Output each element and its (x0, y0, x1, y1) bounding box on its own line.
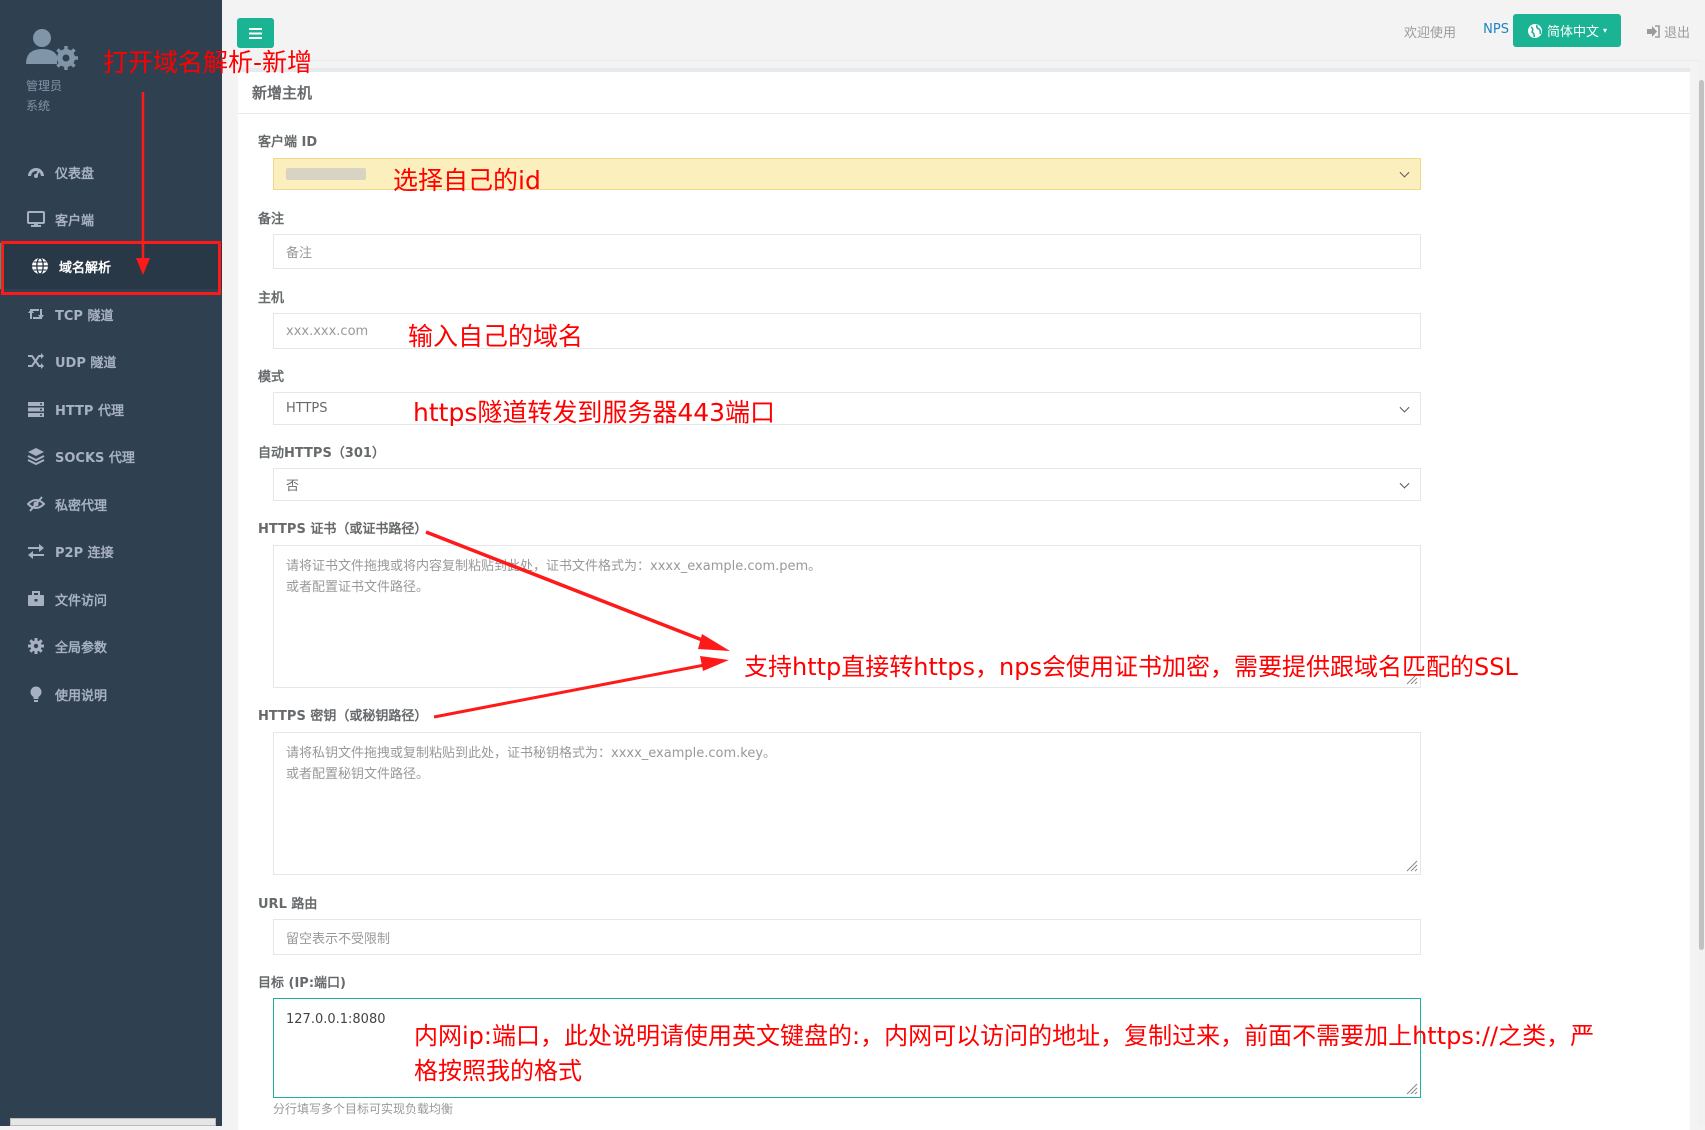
sidebar-item-label: 文件访问 (55, 593, 108, 609)
profile-system: 系统 (26, 99, 51, 113)
sidebar-item-label: UDP 隧道 (55, 355, 117, 371)
hamburger-icon (249, 27, 262, 39)
resize-handle-icon[interactable] (1406, 1083, 1418, 1095)
client-id-blurred (286, 168, 366, 180)
sidebar-item-label: 私密代理 (55, 498, 108, 514)
shuffle-icon (28, 353, 44, 369)
annotation-select-id: 选择自己的id (393, 166, 541, 195)
page-scrollbar[interactable] (1698, 60, 1705, 1126)
target-label: 目标 (IP:端口) (258, 976, 346, 991)
lightbulb-icon (30, 686, 42, 702)
welcome-text: 欢迎使用 (1403, 26, 1456, 41)
sign-out-icon (1646, 25, 1660, 38)
eye-slash-icon (27, 496, 45, 512)
annotation-domain: 输入自己的域名 (408, 322, 584, 351)
sidebar-item-http[interactable]: HTTP 代理 (0, 386, 222, 432)
remark-label: 备注 (258, 212, 285, 227)
sidebar-item-label: P2P 连接 (55, 545, 114, 561)
sidebar-item-p2p[interactable]: P2P 连接 (0, 528, 222, 574)
topbar: 欢迎使用 NPS 简体中文 ▾ 退出 (222, 0, 1698, 61)
sidebar-item-help[interactable]: 使用说明 (0, 671, 222, 717)
target-value: 127.0.0.1:8080 (286, 1012, 386, 1027)
annotation-open-domain: 打开域名解析-新增 (103, 48, 313, 77)
client-id-label: 客户端 ID (258, 135, 318, 150)
sidebar-item-clients[interactable]: 客户端 (0, 196, 222, 242)
resize-handle-icon[interactable] (1406, 860, 1418, 872)
cert-placeholder: 请将证书文件拖拽或将内容复制粘贴到此处，证书文件格式为：xxxx_example… (286, 559, 822, 595)
sidebar-item-tcp[interactable]: TCP 隧道 (0, 291, 222, 337)
profile-role: 管理员 (26, 79, 63, 93)
annotation-target-line1: 内网ip:端口，此处说明请使用英文键盘的:，内网可以访问的地址，复制过来，前面不… (414, 1022, 1595, 1050)
sidebar-item-label: 使用说明 (55, 688, 108, 704)
sidebar-item-label: SOCKS 代理 (55, 450, 135, 466)
sidebar-item-label: 全局参数 (55, 640, 108, 656)
caret-down-icon: ▾ (1603, 26, 1608, 35)
auto-https-label: 自动HTTPS（301） (258, 446, 385, 461)
layers-icon (27, 448, 45, 465)
annotation-ssl: 支持http直接转https，nps会使用证书加密，需要提供跟域名匹配的SSL (744, 653, 1518, 681)
sidebar-item-socks[interactable]: SOCKS 代理 (0, 433, 222, 479)
key-textarea[interactable]: 请将私钥文件拖拽或复制粘贴到此处，证书秘钥格式为：xxxx_example.co… (273, 732, 1421, 875)
language-label: 简体中文 (1546, 25, 1599, 40)
host-label: 主机 (258, 291, 285, 306)
sidebar-item-label: 客户端 (55, 213, 95, 229)
sidebar-item-private[interactable]: 私密代理 (0, 481, 222, 527)
sidebar-item-label: HTTP 代理 (55, 403, 124, 419)
user-gear-icon (26, 29, 78, 70)
auto-https-value: 否 (286, 479, 300, 494)
target-help-text: 分行填写多个目标可实现负载均衡 (273, 1102, 454, 1116)
key-placeholder: 请将私钥文件拖拽或复制粘贴到此处，证书秘钥格式为：xxxx_example.co… (286, 746, 777, 782)
url-route-label: URL 路由 (258, 897, 318, 912)
globe-icon (1527, 23, 1542, 38)
mode-value: HTTPS (286, 401, 328, 416)
sidebar-item-label: 仪表盘 (55, 166, 95, 182)
key-label: HTTPS 密钥（或秘钥路径） (258, 709, 428, 724)
sidebar-item-label: TCP 隧道 (55, 308, 114, 324)
scrollbar-thumb[interactable] (1699, 80, 1704, 950)
monitor-icon (27, 211, 45, 227)
annotation-target-line2: 格按照我的格式 (414, 1057, 582, 1085)
language-dropdown[interactable]: 简体中文 ▾ (1513, 14, 1621, 47)
briefcase-icon (28, 591, 44, 606)
sidebar-scrollbar[interactable] (10, 1118, 216, 1126)
sidebar-item-dashboard[interactable]: 仪表盘 (0, 149, 222, 195)
remark-input[interactable]: 备注 (273, 234, 1421, 269)
dashboard-icon (28, 168, 44, 178)
sidebar-item-files[interactable]: 文件访问 (0, 576, 222, 622)
gear-icon (28, 638, 44, 654)
sidebar-item-global[interactable]: 全局参数 (0, 623, 222, 669)
logout-label: 退出 (1663, 26, 1690, 41)
sidebar: 管理员 系统 仪表盘 客户端 域名解析 TCP 隧道 UDP 隧道 HTTP 代… (0, 0, 222, 1126)
annotation-highlight-box (1, 241, 221, 295)
logout-link[interactable]: 退出 (1646, 22, 1690, 41)
exchange-icon (28, 544, 44, 559)
page-title: 新增主机 (238, 72, 1690, 114)
auto-https-select[interactable]: 否 (273, 468, 1421, 501)
url-route-input[interactable]: 留空表示不受限制 (273, 919, 1421, 955)
cert-label: HTTPS 证书（或证书路径） (258, 522, 428, 537)
retweet-icon (28, 309, 44, 319)
mode-label: 模式 (258, 370, 285, 385)
sidebar-item-udp[interactable]: UDP 隧道 (0, 338, 222, 384)
server-icon (28, 402, 44, 417)
nps-link[interactable]: NPS (1483, 22, 1509, 37)
annotation-https: https隧道转发到服务器443端口 (413, 398, 776, 427)
